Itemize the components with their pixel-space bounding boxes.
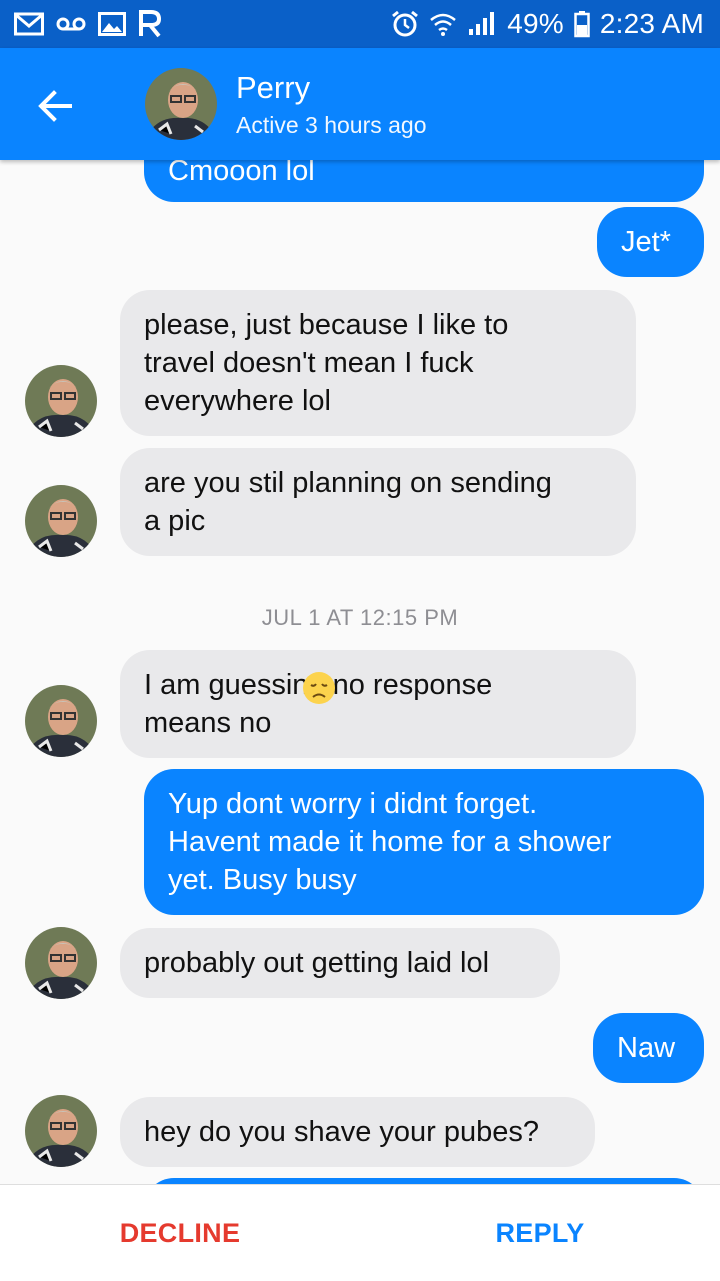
message-text: are you stil planning on sending a pic [144,467,552,537]
contact-avatar[interactable] [25,1095,97,1167]
contact-avatar[interactable] [25,685,97,757]
back-arrow-icon[interactable] [30,80,82,132]
alarm-icon [392,10,419,37]
reply-button[interactable]: REPLY [360,1185,720,1281]
avatar-image [145,68,217,140]
received-message[interactable]: hey do you shave your pubes? [120,1097,595,1167]
contact-avatar[interactable] [145,68,217,140]
status-bar: 49% 2:23 AM [0,0,720,48]
sent-message[interactable]: Jet* [597,207,704,277]
contact-avatar[interactable] [25,927,97,999]
avatar-image [25,927,97,999]
conversation-header: Perry Active 3 hours ago [0,48,720,160]
gallery-icon [98,12,126,36]
contact-avatar[interactable] [25,365,97,437]
clock: 2:23 AM [599,8,704,39]
decline-button[interactable]: DECLINE [0,1185,360,1281]
received-message[interactable]: I am guessing no response means no [120,650,636,758]
sent-message[interactable]: Cmooon lol [144,160,704,202]
active-status: Active 3 hours ago [236,112,427,138]
message-text: please, just because I like to travel do… [144,309,509,417]
received-message[interactable]: are you stil planning on sending a pic [120,448,636,556]
message-text: probably out getting laid lol [144,947,490,979]
contact-name[interactable]: Perry [236,70,310,106]
disappointed-face-icon [303,672,335,704]
avatar-image [25,365,97,437]
received-message[interactable]: please, just because I like to travel do… [120,290,636,436]
message-text: hey do you shave your pubes? [144,1116,539,1148]
notification-icons [14,10,162,38]
wifi-icon [430,13,457,36]
battery-icon [574,11,590,38]
gmail-icon [14,12,44,36]
message-text: Cmooon lol [168,160,315,187]
sent-message[interactable]: Yup dont worry i didnt forget. Havent ma… [144,769,704,915]
signal-icon [469,12,495,35]
message-text: Yup dont worry i didnt forget. Havent ma… [168,788,612,896]
avatar-image [25,685,97,757]
message-text: Jet* [621,226,671,258]
battery-percent: 49% [507,8,564,39]
avatar-image [25,485,97,557]
message-request-actions: DECLINE REPLY [0,1184,720,1281]
voicemail-icon [56,17,86,31]
message-body: I am guessing no response means no [144,628,612,780]
app-r-icon [139,10,162,38]
contact-avatar[interactable] [25,485,97,557]
received-message[interactable]: probably out getting laid lol [120,928,560,998]
sent-message[interactable]: Naw [593,1013,704,1083]
message-list[interactable]: Cmooon lol Jet* please, just because I l… [0,160,720,1184]
system-status: 49% 2:23 AM [391,0,704,48]
avatar-image [25,1095,97,1167]
message-text: Naw [617,1032,676,1064]
